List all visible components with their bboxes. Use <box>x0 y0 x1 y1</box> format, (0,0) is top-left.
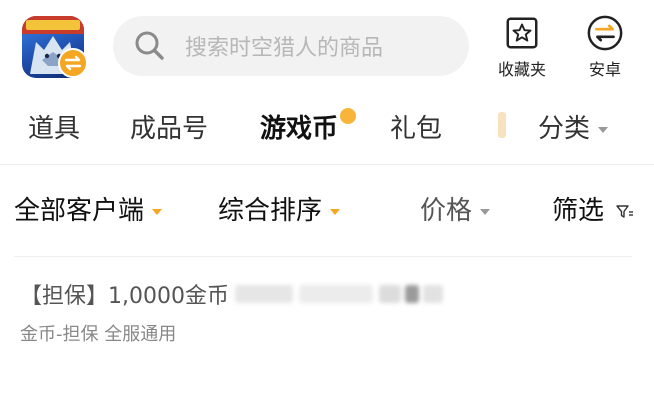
swap-badge-icon <box>58 48 88 78</box>
star-bookmark-icon <box>506 17 538 49</box>
game-app-icon[interactable] <box>22 16 88 82</box>
category-menu-button[interactable]: 分类 <box>538 108 609 145</box>
filter-bar: 全部客户端 综合排序 价格 筛选 <box>0 180 654 240</box>
filter-divider <box>14 256 632 257</box>
tabs-divider <box>0 164 654 165</box>
favorites-button[interactable]: 收藏夹 <box>487 14 557 80</box>
sort-filter-label: 综合排序 <box>218 196 323 226</box>
filter-funnel-icon <box>616 204 634 218</box>
listing-title-row: 【担保】1,0000金币 <box>20 274 640 314</box>
category-menu-label: 分类 <box>538 114 591 144</box>
client-filter-label: 全部客户端 <box>14 196 145 226</box>
caret-down-icon <box>330 208 341 215</box>
listing-title: 【担保】1,0000金币 <box>20 284 229 309</box>
search-placeholder[interactable]: 搜索时空猎人的商品 <box>185 30 383 62</box>
hot-indicator-dot <box>340 108 356 124</box>
list-item[interactable]: 【担保】1,0000金币 金币-担保 全服通用 <box>20 274 640 354</box>
sort-filter[interactable]: 综合排序 <box>218 190 341 227</box>
tab-gift-packs[interactable]: 礼包 <box>390 108 442 145</box>
faded-tab-edge <box>498 112 506 138</box>
listing-subtitle: 金币-担保 全服通用 <box>20 324 177 345</box>
price-filter-label: 价格 <box>420 196 473 226</box>
platform-label: 安卓 <box>588 60 621 79</box>
advanced-filter-button[interactable]: 筛选 <box>552 190 634 227</box>
filter-label: 筛选 <box>552 196 605 226</box>
caret-down-icon <box>598 126 609 133</box>
caret-down-icon <box>152 208 163 215</box>
platform-android-button[interactable]: 安卓 <box>570 14 640 80</box>
tab-items[interactable]: 道具 <box>28 108 80 145</box>
price-filter[interactable]: 价格 <box>420 190 491 227</box>
tab-game-currency[interactable]: 游戏币 <box>260 108 338 145</box>
search-icon <box>135 31 164 60</box>
tab-accounts[interactable]: 成品号 <box>130 108 208 145</box>
search-bar[interactable]: 搜索时空猎人的商品 <box>113 16 469 76</box>
caret-down-icon <box>480 208 491 215</box>
favorites-label: 收藏夹 <box>497 60 546 79</box>
redacted-text-blur <box>233 283 445 305</box>
top-header: 搜索时空猎人的商品 收藏夹 安卓 <box>0 0 654 92</box>
category-tabs: 道具 成品号 游戏币 礼包 分类 <box>0 96 654 162</box>
client-filter[interactable]: 全部客户端 <box>14 190 163 227</box>
platform-swap-icon <box>587 15 623 51</box>
